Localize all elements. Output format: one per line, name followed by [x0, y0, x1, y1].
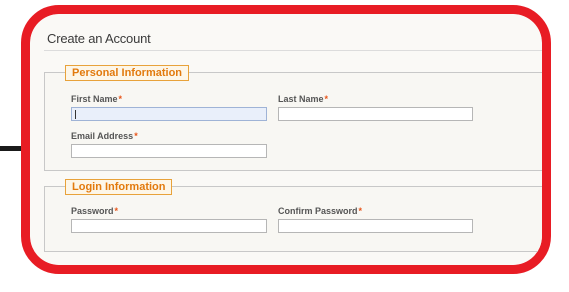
- first-name-input[interactable]: [71, 107, 267, 121]
- required-marker: *: [358, 206, 363, 216]
- password-label: Password*: [71, 206, 118, 216]
- required-marker: *: [324, 94, 329, 104]
- login-information-legend: Login Information: [65, 179, 173, 195]
- last-name-input[interactable]: [278, 107, 473, 121]
- login-information-section: Login Information Password* Confirm Pass…: [44, 179, 542, 252]
- password-input[interactable]: [71, 219, 267, 233]
- first-name-label-text: First Name: [71, 94, 118, 104]
- callout-connector-line: [0, 146, 22, 151]
- personal-information-legend: Personal Information: [65, 65, 190, 81]
- account-form-panel: Create an Account Personal Information F…: [30, 14, 542, 265]
- required-marker: *: [114, 206, 119, 216]
- required-marker: *: [118, 94, 123, 104]
- highlight-frame: Create an Account Personal Information F…: [21, 5, 551, 274]
- last-name-label: Last Name*: [278, 94, 328, 104]
- email-address-input[interactable]: [71, 144, 267, 158]
- email-address-label-text: Email Address: [71, 131, 134, 141]
- required-marker: *: [134, 131, 138, 141]
- last-name-label-text: Last Name: [278, 94, 324, 104]
- personal-information-section: Personal Information First Name* Last Na…: [44, 65, 542, 171]
- email-address-label: Email Address*: [71, 131, 138, 141]
- page-title: Create an Account: [47, 31, 151, 46]
- confirm-password-label: Confirm Password*: [278, 206, 362, 216]
- confirm-password-input[interactable]: [278, 219, 473, 233]
- first-name-label: First Name*: [71, 94, 122, 104]
- password-label-text: Password: [71, 206, 114, 216]
- text-caret: [75, 110, 76, 119]
- confirm-password-label-text: Confirm Password: [278, 206, 358, 216]
- title-divider: [44, 50, 542, 51]
